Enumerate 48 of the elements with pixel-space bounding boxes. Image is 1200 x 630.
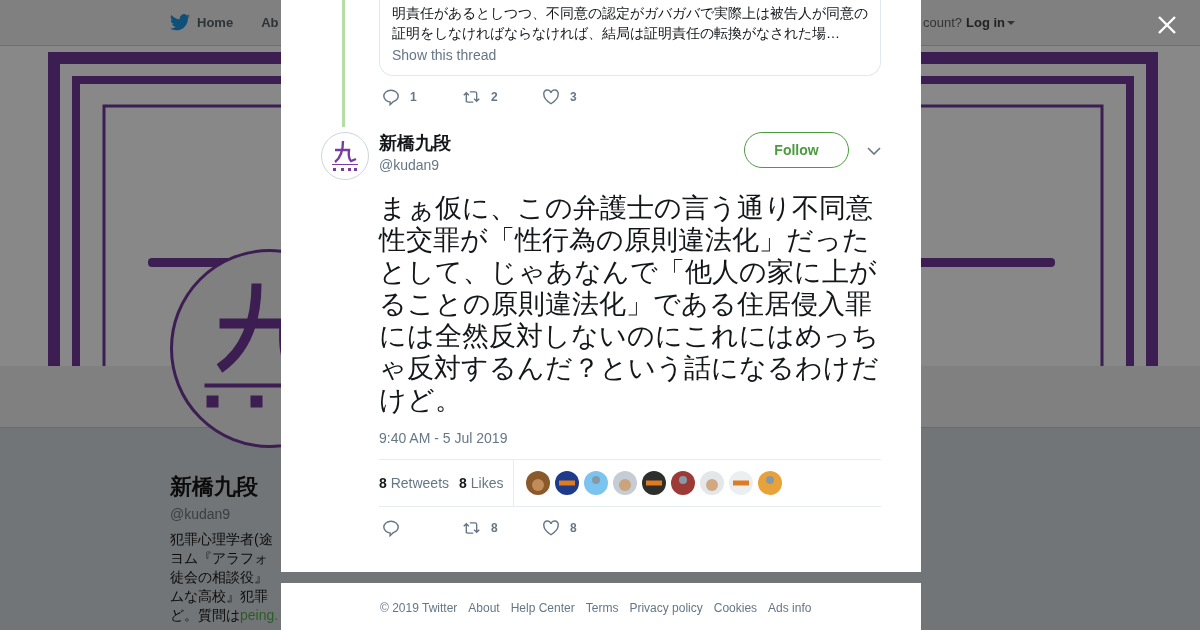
profile-handle: @kudan9: [170, 506, 231, 522]
retweet-count: 8: [491, 521, 498, 535]
account-prompt: count?: [922, 15, 962, 30]
footer-link[interactable]: About: [468, 601, 500, 630]
login-link[interactable]: Log in: [966, 15, 1015, 30]
bio-text: ムな高校』犯罪: [170, 587, 269, 606]
user-avatar[interactable]: [555, 471, 580, 495]
like-count: 8: [570, 521, 577, 535]
profile-name: 新橋九段: [170, 473, 258, 501]
tweet-text: 証明をしなければならなければ、結局は証明責任の転換がなされた場…: [392, 24, 841, 43]
retweet-icon[interactable]: [462, 88, 481, 106]
like-count: 3: [570, 90, 577, 104]
avatar: [321, 132, 369, 180]
likes-stat[interactable]: 8 Likes: [459, 475, 504, 491]
follow-button[interactable]: Follow: [744, 132, 849, 168]
chevron-icon[interactable]: [867, 147, 881, 155]
bio-text: ど。質問は: [170, 607, 240, 623]
author-name: 新橋九段: [379, 132, 452, 155]
close-icon[interactable]: [1157, 15, 1177, 35]
user-avatar[interactable]: [671, 471, 696, 495]
retweets-stat[interactable]: 8 Retweets: [379, 475, 450, 491]
user-avatar[interactable]: [526, 471, 551, 495]
copyright-text: © 2019 Twitter: [380, 601, 458, 617]
bio-text: ヨム『アラフォ: [170, 549, 269, 568]
bio-text: 犯罪心理学者(途: [170, 530, 274, 549]
nav-link[interactable]: Ab: [261, 14, 279, 31]
show-thread-link[interactable]: Show this thread: [392, 47, 868, 63]
like-icon[interactable]: [542, 519, 560, 537]
reply-count: 1: [410, 90, 417, 104]
tweet-text: まぁ仮に、この弁護士の言う通り不同意性交罪が「性行為の原則違法化」だったとして、じゃあなんで「他人の家に上がることの原則違法化」である住居侵入罪には全然反対しないのにこれにはめっちゃ反対するんだ？という話になるわけだけど。: [379, 192, 879, 416]
nav-link[interactable]: Home: [170, 14, 234, 31]
footer-link[interactable]: Terms: [585, 601, 619, 630]
bio-text: 徒会の相談役』: [170, 568, 269, 587]
retweet-icon[interactable]: [462, 519, 481, 537]
retweet-count: 2: [491, 90, 498, 104]
author-handle: @kudan9: [379, 157, 441, 173]
tweet-text: 明責任があるとしつつ、不同意の認定がガバガバで実際上は被告人が同意の: [392, 4, 868, 23]
caret-icon: [1007, 20, 1015, 25]
reply-icon[interactable]: [382, 519, 400, 537]
footer-link[interactable]: Cookies: [713, 601, 758, 630]
footer-link[interactable]: Ads info: [768, 601, 812, 630]
user-avatar[interactable]: [642, 471, 667, 495]
bird-icon: [170, 14, 190, 31]
footer-link[interactable]: Help Center: [510, 601, 575, 630]
tweet-time: 9:40 AM - 5 Jul 2019: [379, 430, 509, 446]
reply-icon[interactable]: [382, 88, 400, 106]
footer-link[interactable]: Privacy policy: [629, 601, 703, 630]
like-icon[interactable]: [542, 88, 560, 106]
